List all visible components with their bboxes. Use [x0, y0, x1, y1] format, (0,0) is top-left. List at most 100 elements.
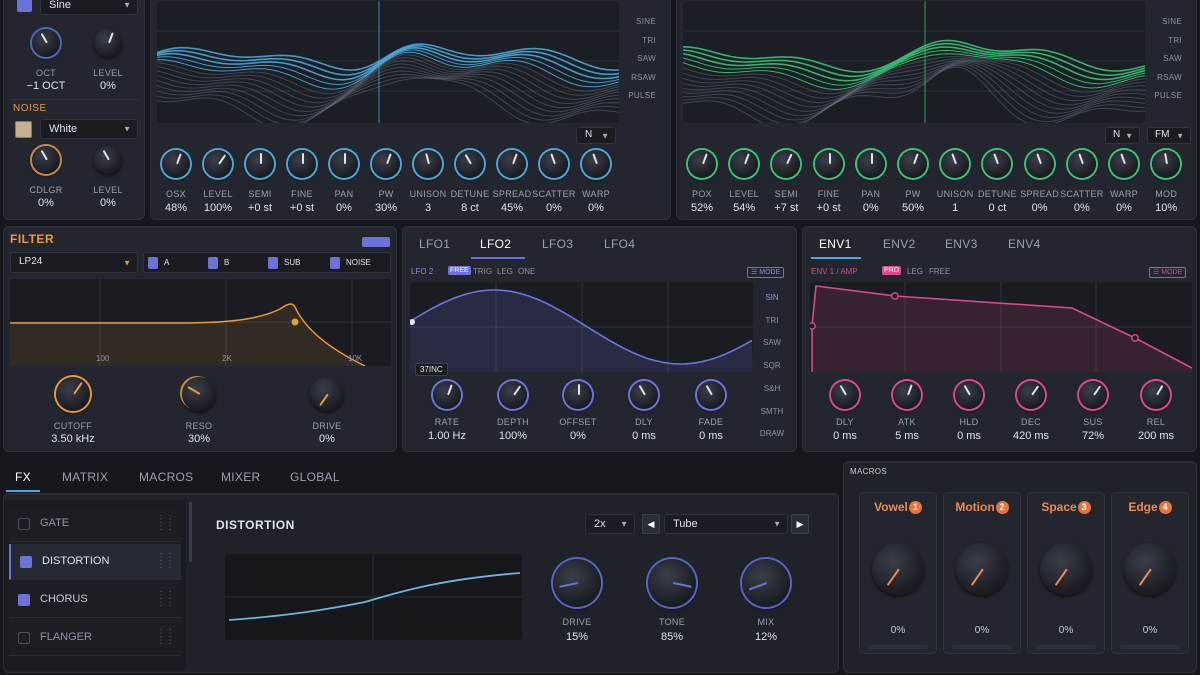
wave-sine[interactable]: SINE: [1122, 13, 1182, 32]
osc-a-unison-knob[interactable]: [414, 150, 442, 178]
filter-type-dropdown[interactable]: LP24 ▼: [10, 252, 138, 273]
fx-mix-knob[interactable]: [742, 559, 790, 607]
lfo-mode-button[interactable]: ☰ MODE: [747, 267, 785, 278]
macro-name[interactable]: Edge: [1128, 500, 1157, 514]
osc-b-level-knob[interactable]: [730, 150, 759, 178]
route-a-toggle[interactable]: [148, 257, 158, 269]
wave-rsaw[interactable]: RSAW: [1122, 69, 1182, 88]
shape-draw[interactable]: DRAW: [753, 423, 791, 446]
tab-fx[interactable]: FX: [15, 470, 31, 484]
prev-type-button[interactable]: ◀: [642, 514, 660, 534]
osc-b-unison-knob[interactable]: [941, 150, 970, 178]
drag-handle-icon[interactable]: ⋮⋮ ⋮⋮: [156, 553, 175, 570]
env-shape-display[interactable]: [810, 282, 1192, 372]
shape-smth[interactable]: SMTH: [753, 401, 791, 424]
macro-knob[interactable]: [1040, 543, 1092, 595]
osc-b-warp-knob[interactable]: [1110, 150, 1138, 178]
wave-saw[interactable]: SAW: [596, 50, 656, 69]
osc-a-level-knob[interactable]: [204, 150, 232, 178]
next-type-button[interactable]: ▶: [791, 514, 809, 534]
distortion-curve-display[interactable]: [225, 554, 522, 640]
tab-macros[interactable]: MACROS: [139, 470, 193, 484]
fx-distortion-checkbox[interactable]: [20, 556, 32, 568]
lfo-rate-knob[interactable]: [433, 381, 461, 409]
fx-list-scrollbar[interactable]: [189, 502, 192, 562]
env-mode-leg[interactable]: LEG: [907, 267, 923, 276]
drag-handle-icon[interactable]: ⋮⋮ ⋮⋮: [156, 629, 175, 646]
env-hld-knob[interactable]: [955, 381, 983, 409]
wave-select-dropdown[interactable]: Sine ▼: [40, 0, 138, 15]
env-mode-button[interactable]: ☰ MODE: [1149, 267, 1187, 278]
noise-level-knob[interactable]: [94, 146, 122, 174]
env-handle-decay[interactable]: [891, 292, 899, 300]
macro-knob[interactable]: [1124, 543, 1176, 595]
osc-b-mod-knob[interactable]: [1152, 150, 1181, 178]
fx-item-chorus[interactable]: CHORUS ⋮⋮ ⋮⋮: [9, 582, 181, 618]
cdlgr-knob[interactable]: [32, 146, 60, 174]
osc-a-spread-knob[interactable]: [498, 150, 526, 178]
osc-a-mode-dropdown[interactable]: N ▼: [576, 127, 616, 144]
noise-type-dropdown[interactable]: White ▼: [40, 119, 138, 139]
reso-knob[interactable]: [182, 377, 216, 411]
shape-saw[interactable]: SAW: [753, 332, 791, 355]
filter-enable-toggle[interactable]: [362, 237, 390, 247]
fx-drive-knob[interactable]: [553, 559, 601, 607]
tab-env3[interactable]: ENV3: [945, 237, 978, 251]
fx-item-flanger[interactable]: FLANGER ⋮⋮ ⋮⋮: [9, 620, 181, 656]
osc-enable-toggle[interactable]: [17, 0, 32, 12]
shape-sqr[interactable]: SQR: [753, 355, 791, 378]
osc-b-pw-knob[interactable]: [899, 150, 927, 178]
wave-rsaw[interactable]: RSAW: [596, 69, 656, 88]
env-dly-knob[interactable]: [831, 381, 859, 409]
osc-a-pw-knob[interactable]: [372, 150, 400, 178]
osc-b-detune-knob[interactable]: [983, 150, 1012, 178]
tab-matrix[interactable]: MATRIX: [62, 470, 108, 484]
lfo-dly-knob[interactable]: [630, 381, 658, 409]
osc-b-spread-knob[interactable]: [1025, 150, 1054, 178]
tab-lfo3[interactable]: LFO3: [542, 237, 573, 251]
lfo-depth-knob[interactable]: [499, 381, 527, 409]
osc-a-fine-knob[interactable]: [288, 150, 316, 178]
tab-env4[interactable]: ENV4: [1008, 237, 1041, 251]
fx-item-gate[interactable]: GATE ⋮⋮ ⋮⋮: [9, 506, 181, 542]
tab-global[interactable]: GLOBAL: [290, 470, 340, 484]
macro-name[interactable]: Space: [1041, 500, 1076, 514]
wave-pulse[interactable]: PULSE: [1122, 87, 1182, 106]
dist-type-dropdown[interactable]: Tube ▼: [664, 514, 788, 534]
lfo-mode-trig[interactable]: TRIG: [473, 267, 492, 276]
osc-b-semi-knob[interactable]: [772, 150, 801, 178]
tab-lfo2[interactable]: LFO2: [480, 237, 511, 251]
fx-tone-knob[interactable]: [648, 559, 696, 607]
env-rel-knob[interactable]: [1142, 381, 1170, 409]
lfo-mode-one[interactable]: ONE: [518, 267, 535, 276]
route-sub-toggle[interactable]: [268, 257, 278, 269]
route-noise-toggle[interactable]: [330, 257, 340, 269]
env-mode-free[interactable]: FREE: [929, 267, 950, 276]
noise-enable-toggle[interactable]: [15, 121, 32, 138]
wave-pulse[interactable]: PULSE: [596, 87, 656, 106]
osc-b-scatter-knob[interactable]: [1067, 150, 1096, 178]
tab-lfo4[interactable]: LFO4: [604, 237, 635, 251]
lfo-mode-free[interactable]: FREE: [448, 266, 471, 275]
cutoff-handle[interactable]: [291, 318, 299, 326]
wave-tri[interactable]: TRI: [596, 32, 656, 51]
level-knob[interactable]: [94, 29, 122, 57]
lfo-offset-knob[interactable]: [564, 381, 592, 409]
tab-env2[interactable]: ENV2: [883, 237, 916, 251]
osc-b-wavetable-display[interactable]: [683, 1, 1145, 123]
drag-handle-icon[interactable]: ⋮⋮ ⋮⋮: [156, 515, 175, 532]
tab-mixer[interactable]: MIXER: [221, 470, 261, 484]
osc-a-scatter-knob[interactable]: [540, 150, 568, 178]
env-mode-pro[interactable]: PRO: [882, 266, 902, 275]
route-b-toggle[interactable]: [208, 257, 218, 269]
osc-a-detune-knob[interactable]: [456, 150, 484, 178]
wave-saw[interactable]: SAW: [1122, 50, 1182, 69]
drive-knob[interactable]: [310, 377, 344, 411]
osc-a-wavetable-display[interactable]: [157, 1, 619, 123]
drag-handle-icon[interactable]: ⋮⋮ ⋮⋮: [156, 591, 175, 608]
env-handle-start[interactable]: [810, 322, 816, 330]
wave-sine[interactable]: SINE: [596, 13, 656, 32]
shape-sin[interactable]: SIN: [753, 287, 791, 310]
oct-knob[interactable]: [32, 29, 60, 57]
osc-a-semi-knob[interactable]: [246, 150, 274, 178]
